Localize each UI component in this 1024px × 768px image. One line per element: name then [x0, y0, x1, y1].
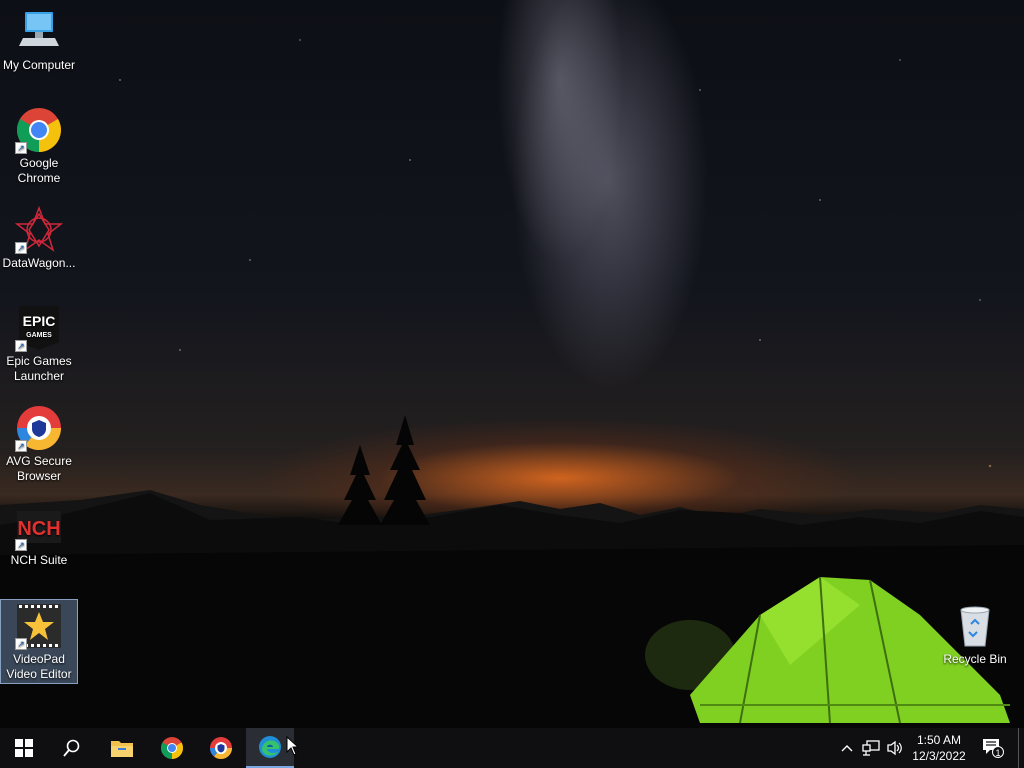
desktop-icon-nch-suite[interactable]: NCH ↗ NCH Suite: [2, 503, 76, 568]
shortcut-arrow-icon: ↗: [15, 638, 27, 650]
show-hidden-icons-button[interactable]: [838, 728, 856, 768]
clock-date: 12/3/2022: [912, 749, 966, 763]
taskbar: 1:50 AM 12/3/2022 1: [0, 728, 1024, 768]
action-center-button[interactable]: 1: [978, 728, 1008, 768]
shortcut-arrow-icon: ↗: [15, 242, 27, 254]
avg-browser-taskbar-button[interactable]: [197, 728, 245, 768]
show-desktop-button[interactable]: [1018, 728, 1024, 768]
shortcut-arrow-icon: ↗: [15, 142, 27, 154]
datawagon-icon: ↗: [15, 206, 63, 254]
chrome-icon: ↗: [15, 106, 63, 154]
shortcut-arrow-icon: ↗: [15, 340, 27, 352]
desktop-icon-label: My Computer: [2, 58, 76, 72]
desktop-icon-label: DataWagon...: [2, 256, 76, 270]
desktop-icon-avg-secure-browser[interactable]: ↗ AVG Secure Browser: [2, 404, 76, 484]
shortcut-arrow-icon: ↗: [15, 539, 27, 551]
desktop-icon-recycle-bin[interactable]: Recycle Bin: [938, 602, 1012, 667]
notification-count: 1: [995, 748, 1001, 758]
svg-text:EPIC: EPIC: [23, 313, 56, 329]
svg-text:NCH: NCH: [17, 518, 60, 540]
desktop-icon-label: Epic Games Launcher: [6, 354, 72, 383]
desktop-wallpaper: [0, 0, 1024, 728]
network-icon: [862, 740, 880, 756]
folder-icon: [111, 741, 133, 757]
epic-games-icon: EPIC GAMES ↗: [15, 304, 63, 352]
desktop-icon-my-computer[interactable]: My Computer: [2, 8, 76, 73]
windows-start-icon: [15, 739, 33, 757]
nch-icon: NCH ↗: [15, 503, 63, 551]
desktop-icon-videopad[interactable]: ↗ VideoPad Video Editor: [0, 599, 78, 684]
chrome-taskbar-button[interactable]: [148, 728, 196, 768]
mountain-tent-scene: [0, 415, 1024, 728]
desktop-icon-epic-games[interactable]: EPIC GAMES ↗ Epic Games Launcher: [2, 304, 76, 384]
desktop-icon-google-chrome[interactable]: ↗ Google Chrome: [2, 106, 76, 186]
volume-icon: [887, 740, 902, 756]
volume-button[interactable]: [884, 728, 906, 768]
edge-icon: [259, 736, 281, 758]
chrome-icon: [161, 737, 183, 759]
clock-button[interactable]: 1:50 AM 12/3/2022: [906, 732, 972, 764]
chevron-up-icon: [841, 745, 853, 752]
desktop-icon-label: VideoPad Video Editor: [6, 652, 72, 681]
search-icon: [63, 739, 80, 757]
file-explorer-button[interactable]: [98, 728, 146, 768]
start-button[interactable]: [0, 728, 48, 768]
shortcut-arrow-icon: ↗: [15, 440, 27, 452]
search-button[interactable]: [48, 728, 96, 768]
desktop-icon-label: Recycle Bin: [943, 652, 1007, 666]
desktop-icon-label: AVG Secure Browser: [6, 454, 72, 483]
desktop-icon-datawagon[interactable]: ↗ DataWagon...: [2, 206, 76, 271]
avg-browser-icon: [209, 737, 233, 760]
network-button[interactable]: [860, 728, 882, 768]
recycle-bin-icon: [951, 602, 999, 650]
svg-text:GAMES: GAMES: [26, 332, 52, 339]
avg-browser-icon: ↗: [15, 404, 63, 452]
desktop-icon-label: NCH Suite: [10, 553, 68, 567]
videopad-icon: ↗: [15, 602, 63, 650]
clock-time: 1:50 AM: [916, 733, 962, 747]
desktop-icon-label: Google Chrome: [17, 156, 61, 185]
mouse-cursor: [286, 736, 298, 756]
computer-icon: [15, 8, 63, 56]
